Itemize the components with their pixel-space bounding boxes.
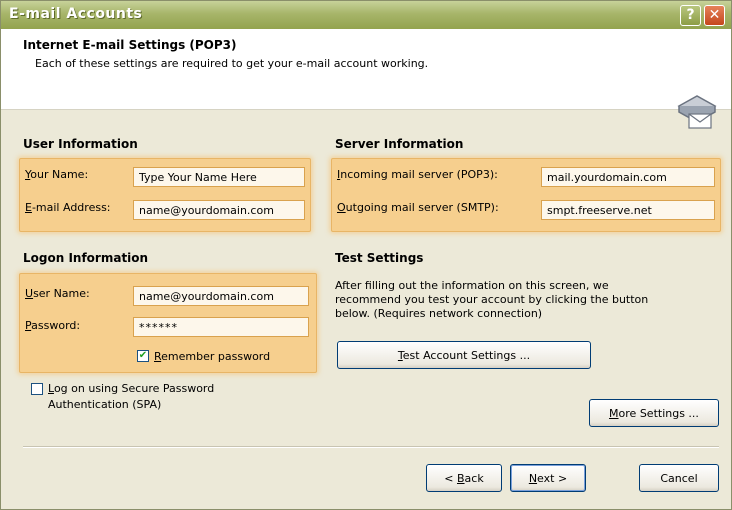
server-information-title: Server Information [335, 137, 464, 151]
your-name-label: Your Name: [25, 168, 89, 181]
test-account-settings-button[interactable]: Test Account Settings ... [337, 341, 591, 369]
your-name-field[interactable] [133, 167, 305, 187]
logon-information-title: Logon Information [23, 251, 149, 265]
more-settings-button[interactable]: More Settings ... [589, 399, 719, 427]
spa-label-line2[interactable]: Authentication (SPA) [48, 398, 161, 411]
outgoing-server-label: Outgoing mail server (SMTP): [337, 201, 499, 214]
email-address-label: E-mail Address: [25, 201, 111, 214]
email-accounts-dialog: E-mail Accounts ? ✕ Internet E-mail Sett… [0, 0, 732, 510]
next-button[interactable]: Next > [510, 464, 586, 492]
help-button[interactable]: ? [680, 5, 701, 26]
footer-separator [23, 446, 719, 448]
spa-checkbox[interactable] [31, 383, 43, 395]
user-name-field[interactable] [133, 286, 309, 306]
test-settings-line1: After filling out the information on thi… [335, 279, 609, 292]
title-bar[interactable]: E-mail Accounts ? ✕ [1, 1, 731, 29]
incoming-server-label: Incoming mail server (POP3): [337, 168, 498, 181]
password-label: Password: [25, 319, 81, 332]
remember-password-checkbox[interactable]: ✔ [137, 350, 149, 362]
remember-password-label[interactable]: Remember password [154, 350, 270, 363]
close-button[interactable]: ✕ [704, 5, 725, 26]
header-title: Internet E-mail Settings (POP3) [23, 38, 237, 52]
envelope-server-icon [677, 95, 717, 129]
test-settings-line2: recommend you test your account by click… [335, 293, 649, 306]
back-button[interactable]: < Back [426, 464, 502, 492]
cancel-button[interactable]: Cancel [639, 464, 719, 492]
header-subtitle: Each of these settings are required to g… [35, 57, 429, 70]
window-title: E-mail Accounts [9, 6, 143, 22]
test-settings-title: Test Settings [335, 251, 424, 265]
user-name-label: User Name: [25, 287, 90, 300]
email-address-field[interactable] [133, 200, 305, 220]
spa-label-line1[interactable]: Log on using Secure Password [48, 382, 214, 395]
user-information-title: User Information [23, 137, 138, 151]
password-field[interactable] [133, 317, 309, 337]
outgoing-server-field[interactable] [541, 200, 715, 220]
incoming-server-field[interactable] [541, 167, 715, 187]
test-settings-line3: below. (Requires network connection) [335, 307, 543, 320]
